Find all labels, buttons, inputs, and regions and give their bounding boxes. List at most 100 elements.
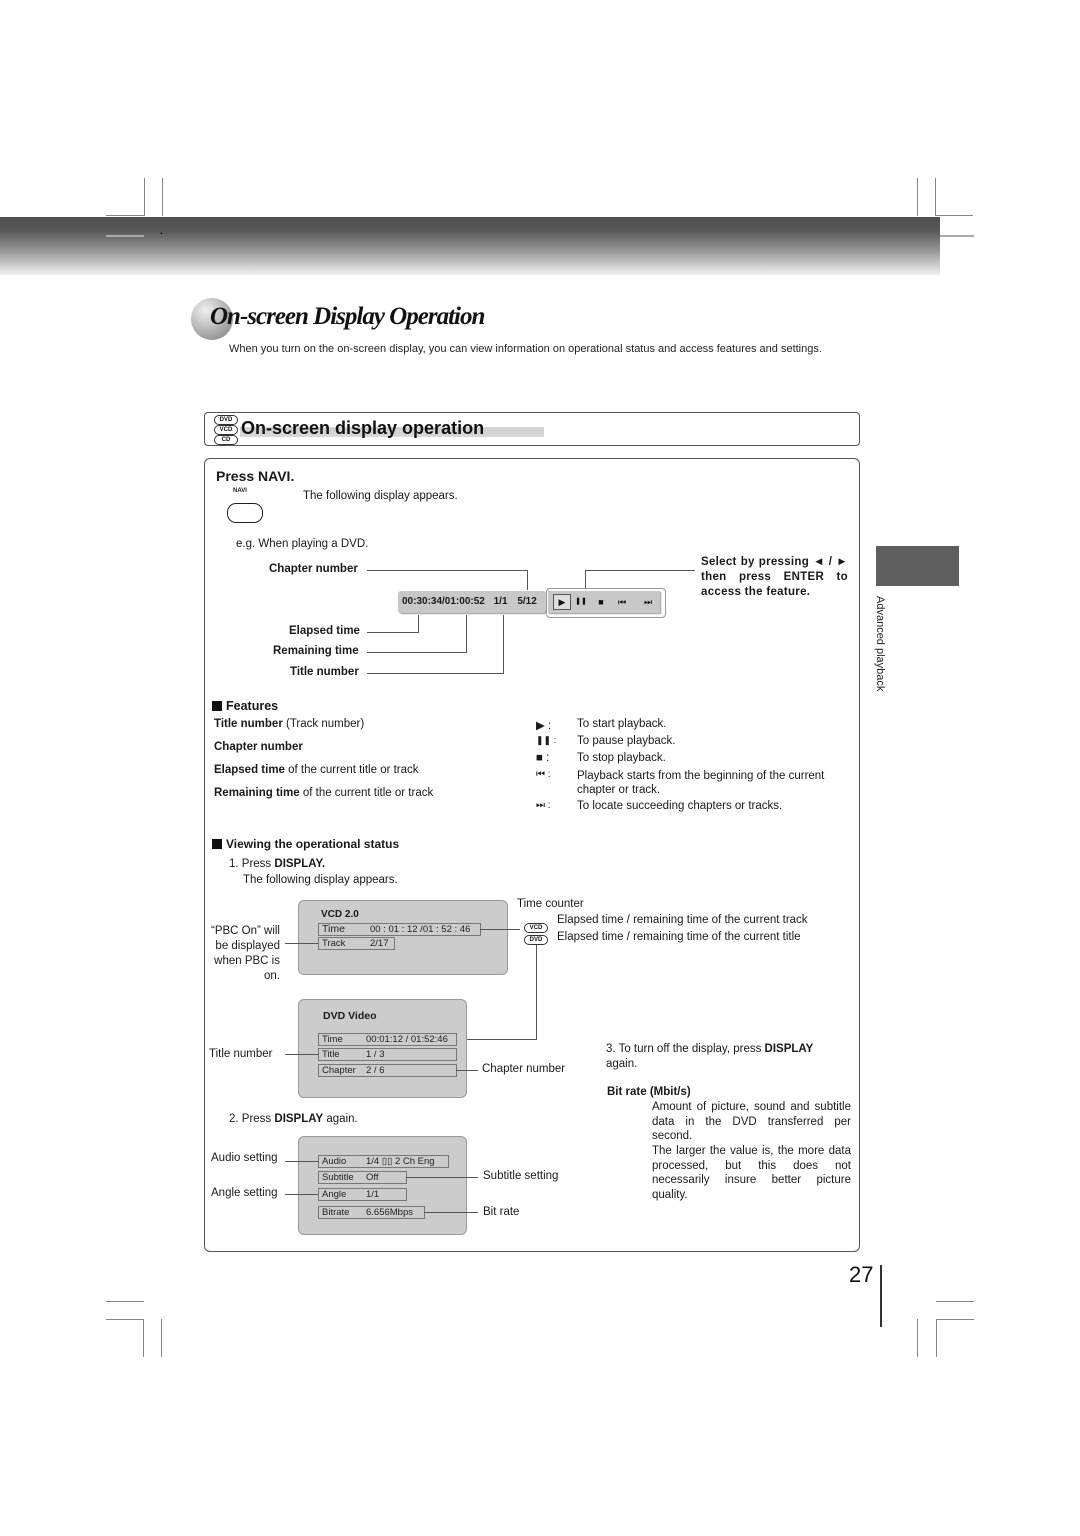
play-icon[interactable]: ▶: [553, 591, 571, 613]
crop-mark: [917, 178, 918, 216]
crop-mark: [935, 215, 973, 216]
step-2: 2. Press DISPLAY again.: [229, 1113, 358, 1125]
value-text: 1/4 ▯▯ 2 Ch Eng: [366, 1156, 435, 1167]
feature-play-desc: To start playback.: [577, 718, 667, 730]
leader-line: [367, 652, 467, 653]
vcd-badge: VCD: [214, 425, 238, 435]
rest-text: of the current title or track: [284, 764, 419, 776]
navi-chapter-value: 5/12: [517, 596, 537, 607]
bold-text: Elapsed time: [214, 764, 285, 776]
label-text: Track: [322, 938, 346, 949]
crop-mark: [936, 1301, 974, 1302]
navi-status-bar: 00:30:34/01:00:52 1/1 5/12: [398, 591, 546, 613]
time-counter-dvd-desc: Elapsed time / remaining time of the cur…: [557, 931, 801, 943]
dvd-title-row: Title 1 / 3: [318, 1048, 457, 1061]
glyph-text: ⏭: [536, 800, 545, 811]
bold-text: Remaining time: [214, 787, 300, 799]
value-text: 00 : 01 : 12 /01 : 52 : 46: [370, 924, 471, 935]
label-text: Title: [322, 1049, 340, 1060]
dvd-title-number-label: Title number: [209, 1048, 273, 1060]
leader-line: [585, 570, 586, 589]
heading-text: Features: [226, 699, 279, 713]
leader-line: [527, 570, 528, 590]
press-navi-heading: Press NAVI.: [216, 468, 295, 484]
pause-icon[interactable]: ❚❚: [573, 591, 589, 613]
value-text: 1 / 3: [366, 1049, 385, 1060]
dvd-time-row: Time 00:01:12 / 01:52:46: [318, 1033, 457, 1046]
heading-text: Viewing the operational status: [226, 837, 400, 851]
skip-forward-icon[interactable]: ⏭: [638, 591, 658, 613]
step3-prefix-text: 3. To turn off the display, press: [606, 1043, 765, 1055]
step-1: 1. Press DISPLAY.: [229, 858, 325, 870]
crop-mark: [936, 1319, 974, 1320]
step3-bold-text: DISPLAY: [764, 1043, 814, 1055]
leader-line: [285, 1054, 318, 1055]
stop-icon[interactable]: ■: [593, 591, 609, 613]
bold-text: Title number: [214, 718, 283, 730]
stop-icon: ■ :: [536, 752, 550, 764]
skip-back-icon[interactable]: ⏮: [612, 591, 632, 613]
rest-text: of the current title or track: [299, 787, 434, 799]
bitrate-desc-1: Amount of picture, sound and subtitle da…: [652, 1101, 851, 1143]
leader-line: [285, 1194, 318, 1195]
navi-title-value: 1/1: [493, 596, 508, 607]
value-text: 6.656Mbps: [366, 1207, 414, 1218]
value-text: 2 / 6: [366, 1065, 385, 1076]
glyph-text: ▶: [536, 720, 545, 732]
pause-icon: ❚❚ :: [536, 735, 557, 745]
header-band: [0, 217, 940, 275]
page-number: 27: [849, 1262, 874, 1287]
label-text: Subtitle: [322, 1172, 354, 1183]
page-title: On-screen Display Operation: [210, 303, 485, 330]
section-title: On-screen display operation: [241, 418, 485, 438]
crop-mark: [936, 1319, 937, 1357]
features-heading: Features: [212, 699, 278, 713]
bitrate-desc-2: The larger the value is, the more data p…: [652, 1145, 851, 1201]
leader-line: [285, 1161, 318, 1162]
time-counter-label: Time counter: [517, 898, 584, 910]
callout-elapsed-time: Elapsed time: [289, 625, 360, 637]
audio-row: Audio 1/4 ▯▯ 2 Ch Eng: [318, 1155, 449, 1168]
step-1-result: The following display appears.: [243, 874, 398, 886]
leader-line: [585, 570, 695, 571]
dvd-badge: DVD: [214, 415, 238, 425]
settings-osd-panel: [298, 1136, 467, 1235]
angle-row: Angle 1/1: [318, 1188, 407, 1201]
navi-result-text: The following display appears.: [303, 490, 458, 502]
value-text: 1/1: [366, 1189, 380, 1200]
leader-line: [367, 570, 527, 571]
leader-line: [456, 1039, 537, 1040]
side-tab-label: Advanced playback: [874, 596, 886, 692]
step2-suffix-text: again.: [323, 1113, 358, 1125]
leader-line: [406, 1177, 478, 1178]
square-bullet-icon: [212, 701, 222, 711]
vcd-osd-title: VCD 2.0: [321, 909, 359, 920]
skip-forward-icon: ⏭ :: [536, 800, 551, 811]
step3-suffix-text: again.: [606, 1058, 638, 1070]
bitrate-row: Bitrate 6.656Mbps: [318, 1206, 425, 1219]
audio-setting-label: Audio setting: [211, 1152, 278, 1164]
navi-button-label: NAVI: [233, 488, 247, 494]
crop-mark: [144, 178, 145, 216]
leader-line: [880, 1265, 882, 1327]
step-3: 3. To turn off the display, press DISPLA…: [606, 1042, 846, 1072]
glyph-text: ■: [536, 752, 543, 764]
chapter-side-tab[interactable]: [876, 546, 959, 586]
label-text: Time: [322, 1034, 343, 1045]
vcd-badge: VCD: [524, 923, 548, 933]
leader-line: [536, 945, 537, 1040]
rest-text: (Track number): [282, 718, 365, 730]
leader-line: [367, 673, 504, 674]
vcd-track-row: Track 2/17: [318, 937, 395, 950]
feature-remaining-time: Remaining time of the current title or t…: [214, 787, 433, 799]
navi-time-readout: 00:30:34/01:00:52: [402, 596, 485, 607]
cd-badge: CD: [214, 435, 238, 445]
skip-back-icon: ⏮ :: [536, 769, 551, 780]
example-text: e.g. When playing a DVD.: [236, 538, 369, 550]
navi-button-icon: [227, 503, 263, 523]
value-text: 2/17: [370, 938, 389, 949]
glyph-text: ❚❚: [536, 735, 552, 745]
bold-text: Chapter number: [214, 741, 303, 753]
square-bullet-icon: [212, 839, 222, 849]
label-text: Audio: [322, 1156, 347, 1167]
